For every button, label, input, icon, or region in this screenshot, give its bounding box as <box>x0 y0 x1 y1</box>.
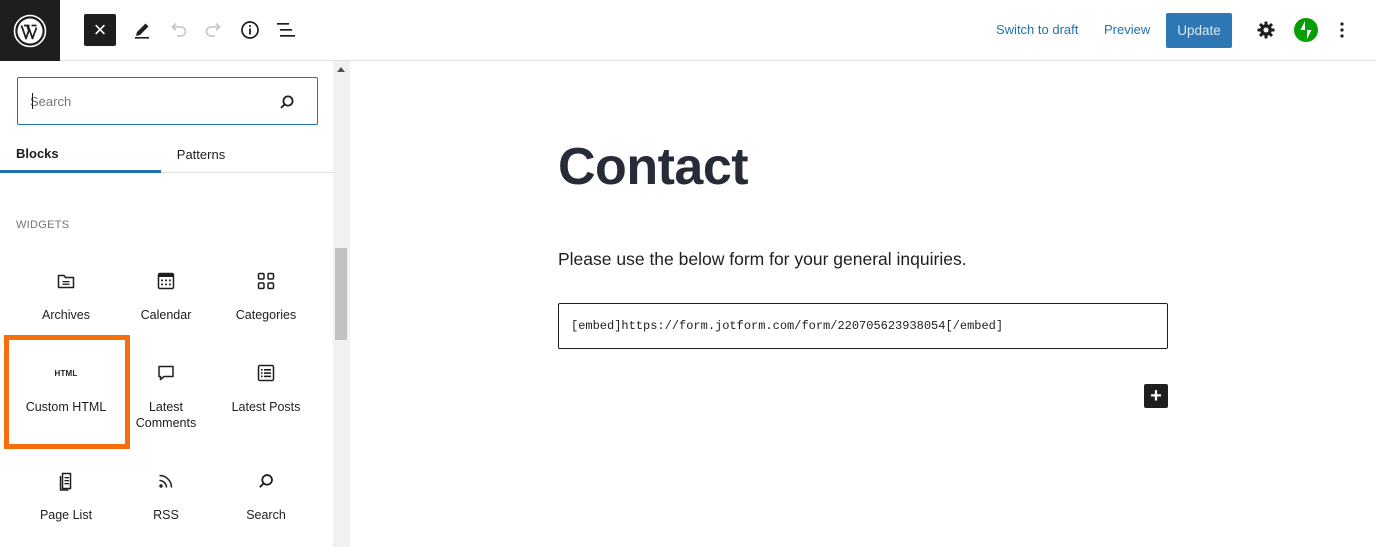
close-icon: × <box>93 17 107 42</box>
plus-icon: + <box>1150 385 1162 407</box>
block-label: Page List <box>39 508 93 522</box>
details-button[interactable] <box>235 15 265 45</box>
block-label: RSS <box>153 508 179 522</box>
editor-header: × Switch to draft Preview Update <box>0 0 1376 61</box>
shortcode-block[interactable]: [embed]https://form.jotform.com/form/220… <box>558 303 1168 349</box>
block-latest-comments[interactable]: Latest Comments <box>116 361 216 431</box>
wordpress-logo-button[interactable] <box>0 0 60 61</box>
block-rss[interactable]: RSS <box>116 469 216 523</box>
comment-icon <box>158 365 174 381</box>
block-label: Categories <box>235 308 297 322</box>
gear-icon <box>1257 21 1275 39</box>
custom-html-highlight <box>4 335 130 449</box>
search-submit-button[interactable] <box>276 91 298 113</box>
block-label: Search <box>246 508 286 522</box>
block-latest-posts[interactable]: Latest Posts <box>216 361 316 415</box>
search-icon <box>280 95 294 109</box>
undo-button[interactable] <box>163 15 193 45</box>
add-block-button[interactable]: + <box>1144 384 1168 408</box>
settings-button[interactable] <box>1251 15 1281 45</box>
rss-icon <box>159 474 173 488</box>
redo-button[interactable] <box>199 15 229 45</box>
post-title[interactable]: Contact <box>558 137 749 197</box>
redo-icon <box>205 22 221 37</box>
block-label: Latest Posts <box>231 400 301 414</box>
info-icon <box>241 21 259 39</box>
pencil-icon <box>135 23 149 39</box>
update-button[interactable]: Update <box>1166 13 1232 48</box>
block-search[interactable] <box>17 77 318 125</box>
block-search-input[interactable] <box>30 90 260 112</box>
block-label: Calendar <box>140 308 192 322</box>
category-heading: WIDGETS <box>16 219 70 231</box>
block-calendar[interactable]: Calendar <box>116 269 216 323</box>
scroll-up-arrow[interactable] <box>337 67 345 72</box>
text-cursor <box>32 93 33 109</box>
list-view-button[interactable] <box>271 15 301 45</box>
update-button-label: Update <box>1177 23 1221 38</box>
jetpack-icon <box>1294 18 1318 42</box>
options-button[interactable] <box>1327 15 1357 45</box>
switch-to-draft-button[interactable]: Switch to draft <box>996 22 1078 37</box>
close-inserter-button[interactable]: × <box>84 14 116 46</box>
block-categories[interactable]: Categories <box>216 269 316 323</box>
block-label: Latest Comments <box>135 400 197 430</box>
editor-canvas: Contact Please use the below form for yo… <box>351 61 1376 547</box>
inserter-tabs: Blocks Patterns <box>0 136 333 173</box>
tab-blocks[interactable]: Blocks <box>0 136 161 173</box>
shortcode-text: [embed]https://form.jotform.com/form/220… <box>571 319 1004 333</box>
calendar-icon <box>157 272 175 290</box>
block-label: Archives <box>42 308 90 322</box>
block-search[interactable]: Search <box>216 469 316 523</box>
block-archives[interactable]: Archives <box>16 269 116 323</box>
scrollbar-thumb[interactable] <box>335 248 347 340</box>
paragraph-block[interactable]: Please use the below form for your gener… <box>558 249 967 270</box>
tools-button[interactable] <box>127 15 157 45</box>
more-vertical-icon <box>1340 22 1344 38</box>
sidebar-scrollbar[interactable] <box>333 61 350 547</box>
wordpress-logo-icon <box>13 14 47 47</box>
latest-posts-icon <box>257 364 275 382</box>
list-view-icon <box>277 23 295 37</box>
undo-icon <box>171 22 187 37</box>
block-page-list[interactable]: Page List <box>16 469 116 523</box>
block-inserter-panel: Blocks Patterns WIDGETS Archives Ca <box>0 61 350 547</box>
jetpack-button[interactable] <box>1291 15 1321 45</box>
page-list-icon <box>59 472 72 491</box>
categories-icon <box>257 272 275 290</box>
tab-patterns[interactable]: Patterns <box>161 136 241 173</box>
archive-icon <box>57 274 75 289</box>
search-icon <box>259 474 273 488</box>
preview-button[interactable]: Preview <box>1104 22 1150 37</box>
